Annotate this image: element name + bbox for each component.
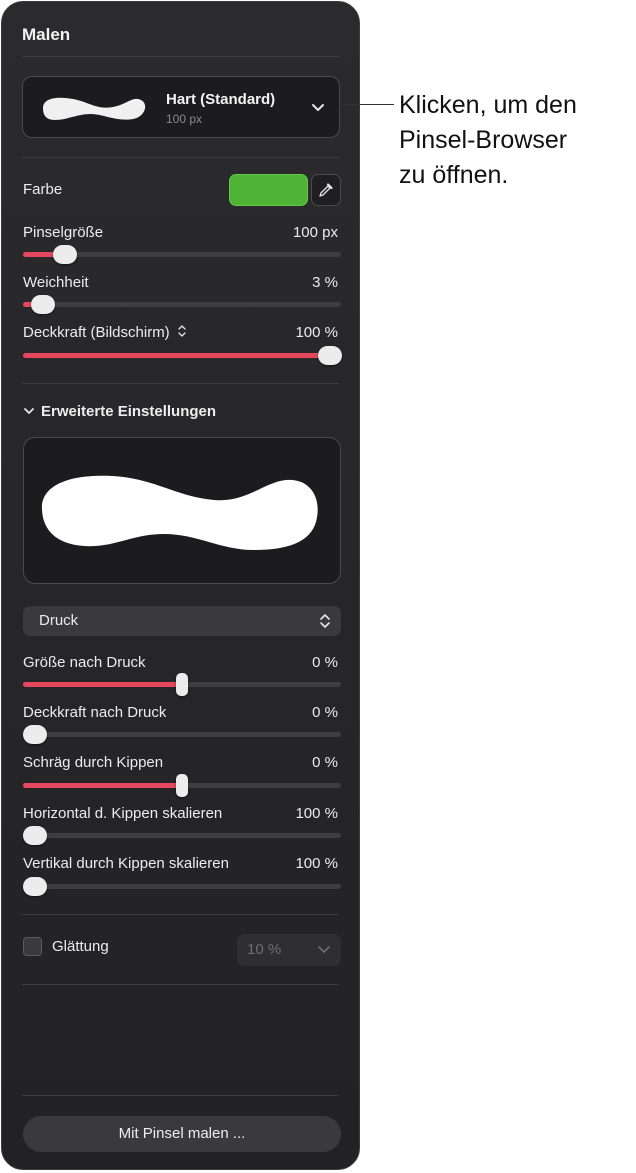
panel-title: Malen xyxy=(22,25,71,44)
smoothing-select[interactable]: 10 % xyxy=(237,934,341,966)
disclosure-chevron-icon xyxy=(24,408,34,414)
softness-slider[interactable] xyxy=(23,295,341,314)
brush-preview xyxy=(23,437,341,584)
slider-fill xyxy=(23,783,182,788)
brush-selector[interactable]: Hart (Standard) 100 px xyxy=(22,76,340,138)
brush-name: Hart (Standard) xyxy=(166,91,276,108)
divider xyxy=(22,1095,339,1096)
slider-knob[interactable] xyxy=(23,725,47,744)
horizontal-tilt-scale-value: 100 % xyxy=(295,805,338,822)
size-by-pressure-slider[interactable] xyxy=(23,673,341,696)
brush-size-value: 100 px xyxy=(292,224,338,241)
divider xyxy=(22,914,339,915)
vertical-tilt-scale-slider[interactable] xyxy=(23,877,341,896)
chevron-down-icon xyxy=(318,946,330,953)
size-by-pressure-value: 0 % xyxy=(312,654,338,671)
color-label: Farbe xyxy=(23,181,63,198)
smoothing-label: Glättung xyxy=(52,938,109,955)
divider xyxy=(22,984,339,985)
slider-knob[interactable] xyxy=(23,877,47,896)
divider xyxy=(22,157,339,158)
vertical-tilt-scale-value: 100 % xyxy=(295,855,338,872)
slider-knob[interactable] xyxy=(176,774,188,797)
opacity-label-text: Deckkraft (Bildschirm) xyxy=(23,324,170,341)
divider xyxy=(22,383,339,384)
paint-with-brush-button[interactable]: Mit Pinsel malen ... xyxy=(23,1116,341,1152)
up-down-chevron-icon xyxy=(178,325,186,337)
opacity-value: 100 % xyxy=(295,324,338,341)
paint-panel: Malen Hart (Standard) 100 px Farbe Pinse… xyxy=(1,1,360,1170)
smoothing-checkbox[interactable] xyxy=(23,937,42,956)
color-swatch[interactable] xyxy=(229,174,308,206)
up-down-chevron-icon xyxy=(320,614,330,628)
tilt-value: 0 % xyxy=(312,754,338,771)
brush-stroke-thumbnail xyxy=(43,97,146,120)
slider-fill xyxy=(23,353,323,358)
brush-size-label: Pinselgröße xyxy=(23,224,104,241)
divider xyxy=(22,56,339,57)
horizontal-tilt-scale-slider[interactable] xyxy=(23,826,341,845)
opacity-label[interactable]: Deckkraft (Bildschirm) xyxy=(23,324,187,341)
slider-knob[interactable] xyxy=(318,346,342,365)
callout-line xyxy=(342,104,394,105)
slider-knob[interactable] xyxy=(53,245,77,264)
vertical-tilt-scale-label: Vertikal durch Kippen skalieren xyxy=(23,855,229,872)
brush-stroke-preview xyxy=(41,475,318,550)
smoothing-value: 10 % xyxy=(247,941,282,958)
brush-size-text: 100 px xyxy=(166,112,203,126)
size-by-pressure-label: Größe nach Druck xyxy=(23,654,146,671)
opacity-by-pressure-value: 0 % xyxy=(312,704,338,721)
slider-fill xyxy=(23,682,182,687)
softness-label: Weichheit xyxy=(23,274,89,291)
pressure-select[interactable]: Druck xyxy=(23,606,341,636)
opacity-by-pressure-slider[interactable] xyxy=(23,725,341,744)
softness-value: 3 % xyxy=(312,274,338,291)
tilt-label: Schräg durch Kippen xyxy=(23,754,164,771)
slider-knob[interactable] xyxy=(31,295,55,314)
callout-text: Klicken, um den Pinsel-Browser zu öffnen… xyxy=(399,91,577,189)
advanced-settings-toggle[interactable]: Erweiterte Einstellungen xyxy=(23,403,216,420)
eyedropper-icon xyxy=(319,183,333,197)
eyedropper-button[interactable] xyxy=(311,174,341,206)
advanced-settings-label: Erweiterte Einstellungen xyxy=(41,403,217,420)
chevron-down-icon[interactable] xyxy=(309,98,327,116)
horizontal-tilt-scale-label: Horizontal d. Kippen skalieren xyxy=(23,805,223,822)
brush-size-slider[interactable] xyxy=(23,245,341,264)
opacity-by-pressure-label: Deckkraft nach Druck xyxy=(23,704,167,721)
slider-knob[interactable] xyxy=(176,673,188,696)
pressure-select-value: Druck xyxy=(39,612,79,629)
slider-knob[interactable] xyxy=(23,826,47,845)
opacity-slider[interactable] xyxy=(23,346,342,365)
tilt-slider[interactable] xyxy=(23,774,341,797)
